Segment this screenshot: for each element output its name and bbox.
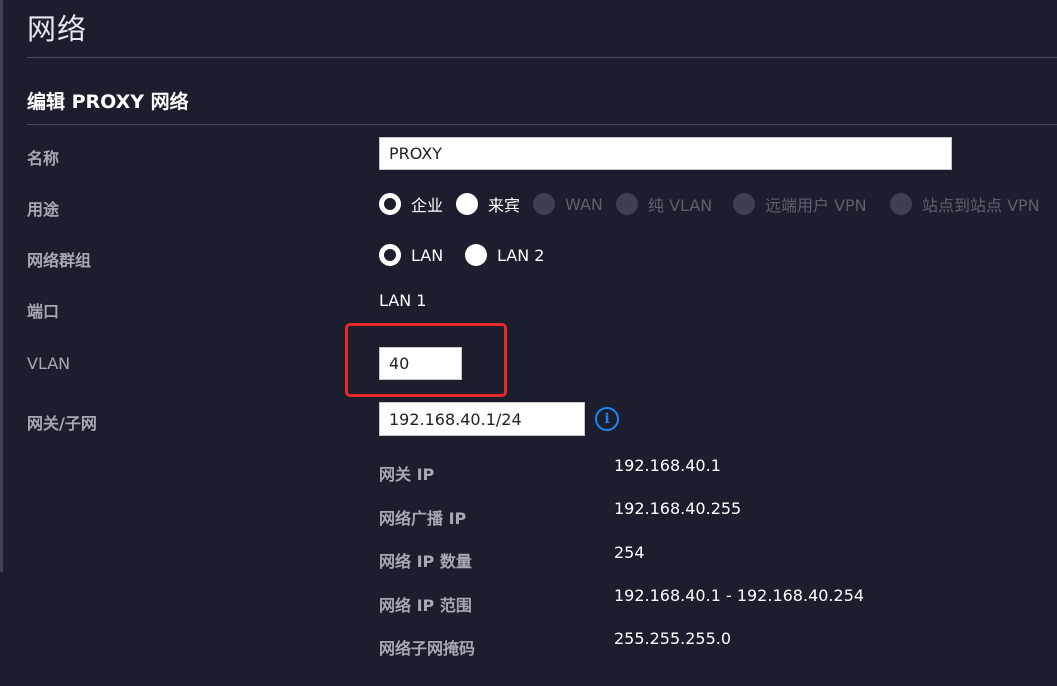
page-title: 网络: [27, 12, 88, 46]
radio-checked-icon: [379, 193, 401, 215]
name-label: 名称: [27, 149, 60, 168]
name-input[interactable]: PROXY: [379, 137, 952, 170]
gateway-ip-value: 192.168.40.1: [614, 456, 721, 475]
radio-label: LAN: [411, 245, 444, 265]
purpose-radio-enterprise[interactable]: 企业: [379, 192, 443, 216]
radio-disabled-icon: [733, 193, 755, 215]
network-group-radio-lan[interactable]: LAN: [379, 243, 443, 267]
radio-label: 远端用户 VPN: [765, 196, 867, 215]
vlan-highlight-box: [345, 323, 507, 397]
purpose-radio-remote-vpn: 远端用户 VPN: [733, 192, 867, 216]
info-icon[interactable]: i: [595, 407, 619, 431]
radio-disabled-icon: [616, 193, 638, 215]
ip-range-label: 网络 IP 范围: [379, 596, 472, 615]
purpose-radio-site-vpn: 站点到站点 VPN: [890, 192, 1040, 216]
radio-label: 纯 VLAN: [648, 196, 713, 215]
radio-checked-icon: [379, 244, 401, 266]
purpose-radio-guest[interactable]: 来宾: [456, 192, 520, 216]
gateway-ip-label: 网关 IP: [379, 465, 435, 484]
radio-label: 企业: [411, 196, 444, 215]
subnet-mask-value: 255.255.255.0: [614, 629, 732, 648]
radio-label: WAN: [565, 194, 603, 214]
purpose-label: 用途: [27, 200, 60, 219]
ip-range-value: 192.168.40.1 - 192.168.40.254: [614, 586, 865, 605]
radio-disabled-icon: [533, 193, 555, 215]
network-group-label: 网络群组: [27, 251, 92, 270]
gateway-subnet-label: 网关/子网: [27, 414, 97, 433]
network-group-radio-lan2[interactable]: LAN 2: [465, 243, 544, 267]
broadcast-ip-value: 192.168.40.255: [614, 499, 742, 518]
vlan-label: VLAN: [27, 354, 71, 373]
radio-unchecked-icon: [456, 193, 478, 215]
subnet-mask-label: 网络子网掩码: [379, 639, 476, 658]
network-settings-page: 网络 编辑 PROXY 网络 名称 PROXY 用途 企业 来宾 WAN 纯 V…: [0, 0, 1057, 686]
left-scroll-strip: [0, 0, 3, 572]
radio-label: 来宾: [488, 196, 521, 215]
port-value: LAN 1: [379, 291, 427, 310]
section-title: 编辑 PROXY 网络: [27, 91, 189, 113]
radio-label: LAN 2: [497, 245, 545, 265]
radio-disabled-icon: [890, 193, 912, 215]
ip-count-label: 网络 IP 数量: [379, 552, 472, 571]
radio-unchecked-icon: [465, 244, 487, 266]
purpose-radio-wan: WAN: [533, 192, 603, 216]
radio-label: 站点到站点 VPN: [922, 196, 1040, 215]
purpose-radio-vlan-only: 纯 VLAN: [616, 192, 712, 216]
broadcast-ip-label: 网络广播 IP: [379, 509, 467, 528]
gateway-subnet-input[interactable]: 192.168.40.1/24: [379, 402, 585, 436]
title-divider: [27, 57, 1057, 58]
section-divider: [27, 124, 1057, 125]
port-label: 端口: [27, 302, 60, 321]
ip-count-value: 254: [614, 543, 645, 562]
